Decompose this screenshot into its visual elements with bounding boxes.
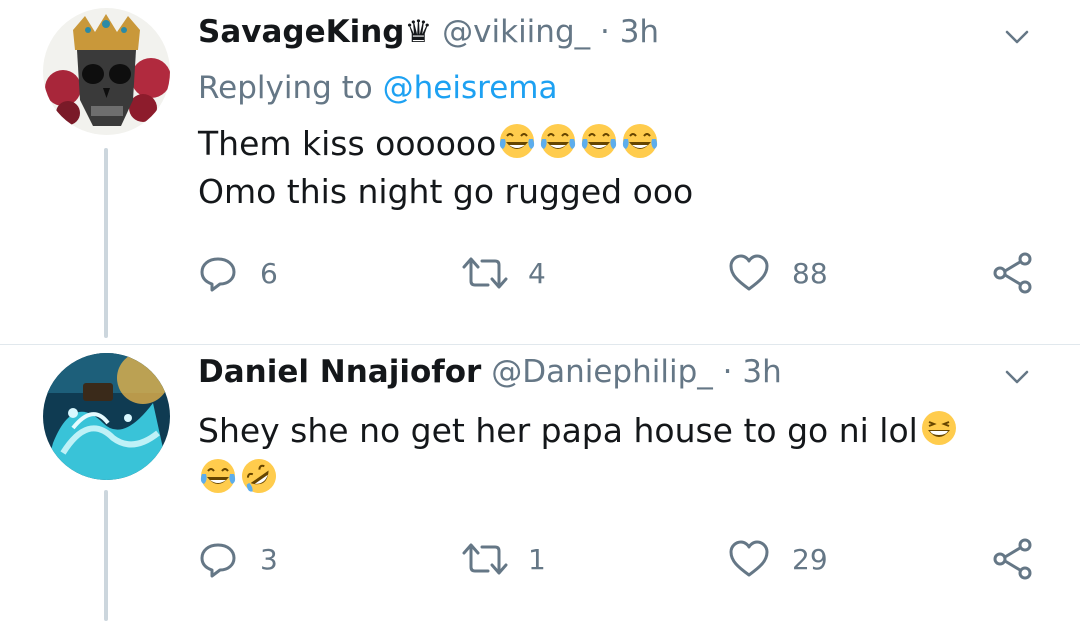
like-button[interactable]: 88: [728, 250, 828, 296]
tweet-text: Shey she no get her papa house to go ni …: [198, 407, 959, 503]
tweet-text-line: Omo this night go rugged ooo: [198, 172, 694, 211]
user-handle[interactable]: @vikiing_: [442, 14, 590, 50]
tweet-actions: 3 1 29: [198, 536, 1048, 582]
tweet-text-span: Shey she no get her papa house to go ni …: [198, 411, 918, 450]
retweet-count: 4: [528, 256, 546, 290]
reply-icon: [200, 543, 236, 578]
reply-button[interactable]: 6: [198, 250, 278, 296]
tweet-header: Daniel Nnajiofor @Daniephilip_ · 3h: [198, 352, 782, 392]
grinning-squinting-emoji-icon: [921, 411, 956, 445]
avatar[interactable]: [43, 353, 170, 480]
tweet-text: Them kiss oooooo Omo this night go rugge…: [198, 120, 693, 216]
tweet[interactable]: SavageKing♛ @vikiing_ · 3h Replying to @…: [0, 0, 1080, 345]
like-count: 29: [792, 542, 828, 576]
tears-of-joy-emoji-icon: [541, 124, 576, 158]
chevron-down-icon[interactable]: [1002, 22, 1032, 52]
reply-count: 3: [260, 542, 278, 576]
tweet-actions: 6 4 88: [198, 250, 1048, 296]
heart-icon: [729, 254, 769, 291]
tears-of-joy-emoji-icon: [200, 459, 236, 493]
tweet-text-span: Them kiss oooooo: [198, 124, 497, 163]
retweet-button[interactable]: 1: [460, 536, 546, 582]
replying-to-label: Replying to: [198, 70, 373, 106]
rolling-on-floor-laughing-emoji-icon: [242, 459, 276, 493]
tweet-header: SavageKing♛ @vikiing_ · 3h: [198, 12, 659, 52]
like-button[interactable]: 29: [728, 536, 828, 582]
retweet-icon: [462, 257, 508, 289]
separator-dot: ·: [722, 354, 733, 390]
like-count: 88: [792, 256, 828, 290]
timestamp[interactable]: 3h: [620, 14, 659, 50]
tweet-text-line: Them kiss oooooo: [198, 120, 693, 168]
user-handle[interactable]: @Daniephilip_: [491, 354, 713, 390]
replying-to-link[interactable]: @heisrema: [383, 70, 558, 106]
tears-of-joy-emoji-icon: [582, 124, 617, 158]
chevron-down-icon[interactable]: [1002, 362, 1032, 392]
reply-button[interactable]: 3: [198, 536, 278, 582]
tears-of-joy-emoji-icon: [500, 124, 535, 158]
avatar[interactable]: [43, 8, 170, 135]
tweet-text-line: Shey she no get her papa house to go ni …: [198, 407, 959, 455]
share-button[interactable]: [991, 250, 1035, 296]
separator-dot: ·: [599, 14, 610, 50]
tweet[interactable]: Daniel Nnajiofor @Daniephilip_ · 3h Shey…: [0, 345, 1080, 621]
heart-icon: [729, 540, 769, 577]
retweet-count: 1: [528, 542, 546, 576]
timestamp[interactable]: 3h: [742, 354, 781, 390]
display-name[interactable]: Daniel Nnajiofor: [198, 354, 481, 390]
reply-count: 6: [260, 256, 278, 290]
display-name[interactable]: SavageKing♛: [198, 14, 432, 50]
retweet-button[interactable]: 4: [460, 250, 546, 296]
share-icon: [993, 538, 1032, 580]
tears-of-joy-emoji-icon: [623, 124, 658, 158]
share-icon: [993, 252, 1032, 294]
retweet-icon: [462, 543, 508, 575]
replying-to-line: Replying to @heisrema: [198, 68, 557, 108]
share-button[interactable]: [991, 536, 1035, 582]
tweet-text-line: [198, 455, 959, 503]
reply-icon: [200, 257, 236, 292]
